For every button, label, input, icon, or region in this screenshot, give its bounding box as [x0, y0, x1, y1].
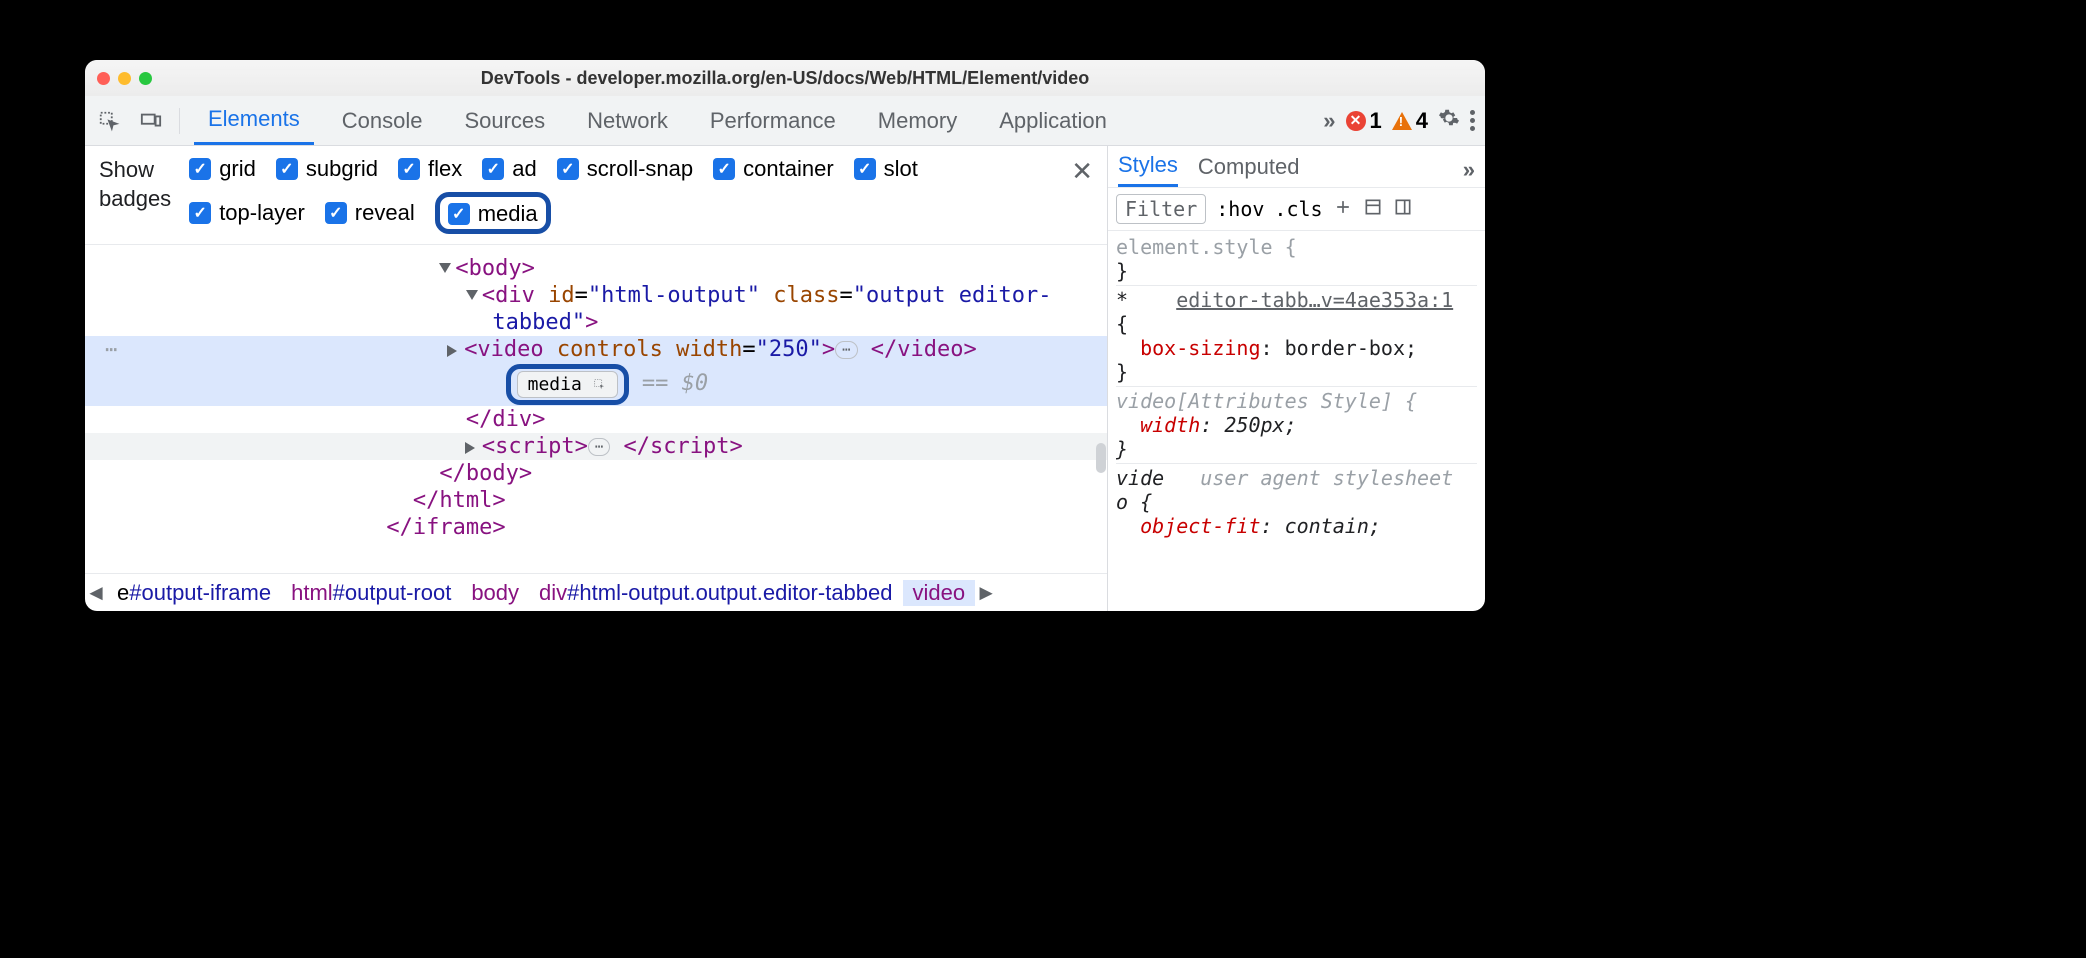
- warning-count[interactable]: 4: [1392, 108, 1428, 134]
- badge-media-highlighted[interactable]: media: [435, 192, 551, 234]
- cls-toggle[interactable]: .cls: [1274, 197, 1322, 221]
- badge-top-layer[interactable]: top-layer: [189, 200, 305, 226]
- dom-video-line[interactable]: ⋯ <video controls width="250">⋯ </video>: [85, 336, 1107, 363]
- crumb-body[interactable]: body: [461, 580, 529, 606]
- tab-memory[interactable]: Memory: [864, 96, 971, 145]
- crumb-iframe[interactable]: e#output-iframe: [107, 580, 281, 606]
- tab-network[interactable]: Network: [573, 96, 682, 145]
- filter-input[interactable]: Filter: [1116, 194, 1206, 224]
- toolbar-right: » ✕ 1 4: [1323, 107, 1475, 135]
- warning-icon: [1392, 112, 1412, 130]
- dom-html-close[interactable]: </html>: [413, 488, 506, 513]
- tab-elements[interactable]: Elements: [194, 96, 314, 145]
- new-style-icon[interactable]: [1333, 197, 1353, 222]
- dom-tree[interactable]: <body> <div id="html-output" class="outp…: [85, 245, 1107, 573]
- badge-slot[interactable]: slot: [854, 156, 918, 182]
- more-tabs-icon[interactable]: »: [1323, 108, 1335, 134]
- tab-application[interactable]: Application: [985, 96, 1121, 145]
- main-toolbar: Elements Console Sources Network Perform…: [85, 96, 1485, 146]
- kebab-menu-icon[interactable]: [1470, 110, 1475, 131]
- breadcrumb-left-icon[interactable]: ◄: [85, 580, 107, 606]
- badge-subgrid[interactable]: subgrid: [276, 156, 378, 182]
- dom-scrollbar[interactable]: [1096, 443, 1106, 473]
- error-count[interactable]: ✕ 1: [1346, 108, 1382, 134]
- dom-body-open[interactable]: <body>: [455, 256, 534, 281]
- more-styles-tabs-icon[interactable]: »: [1463, 157, 1475, 183]
- badge-options: grid subgrid flex ad scroll-snap contain…: [189, 156, 1053, 234]
- toggle-sidebar-icon[interactable]: [1393, 197, 1413, 222]
- inspect-icon[interactable]: [95, 110, 123, 132]
- styles-tabs: Styles Computed »: [1108, 146, 1485, 188]
- error-icon: ✕: [1346, 111, 1366, 131]
- error-number: 1: [1370, 108, 1382, 134]
- hov-toggle[interactable]: :hov: [1216, 197, 1264, 221]
- badges-label: Showbadges: [99, 156, 171, 213]
- badge-flex[interactable]: flex: [398, 156, 462, 182]
- settings-icon[interactable]: [1438, 107, 1460, 135]
- dom-div-open[interactable]: <div: [482, 283, 535, 308]
- style-source-link[interactable]: editor-tabb…v=4ae353a:1: [1176, 288, 1453, 312]
- dom-iframe-close[interactable]: </iframe>: [386, 515, 505, 540]
- badge-ad[interactable]: ad: [482, 156, 536, 182]
- badge-reveal[interactable]: reveal: [325, 200, 415, 226]
- separator: [179, 108, 180, 134]
- breadcrumb: ◄ e#output-iframe html#output-root body …: [85, 573, 1107, 611]
- styles-panel: Styles Computed » Filter :hov .cls eleme…: [1107, 146, 1485, 611]
- styles-rules[interactable]: element.style { } * editor-tabb…v=4ae353…: [1108, 231, 1485, 611]
- window-title: DevTools - developer.mozilla.org/en-US/d…: [85, 68, 1485, 89]
- badge-container[interactable]: container: [713, 156, 834, 182]
- device-toolbar-icon[interactable]: [137, 110, 165, 132]
- warning-number: 4: [1416, 108, 1428, 134]
- crumb-video[interactable]: video: [903, 580, 976, 606]
- breadcrumb-right-icon[interactable]: ►: [975, 580, 997, 606]
- tab-console[interactable]: Console: [328, 96, 437, 145]
- tab-performance[interactable]: Performance: [696, 96, 850, 145]
- content-area: Showbadges grid subgrid flex ad scroll-s…: [85, 146, 1485, 611]
- tab-computed[interactable]: Computed: [1198, 154, 1300, 186]
- crumb-html[interactable]: html#output-root: [281, 580, 461, 606]
- tab-sources[interactable]: Sources: [450, 96, 559, 145]
- titlebar: DevTools - developer.mozilla.org/en-US/d…: [85, 60, 1485, 96]
- badges-bar: Showbadges grid subgrid flex ad scroll-s…: [85, 146, 1107, 245]
- dom-div-close[interactable]: </div>: [466, 407, 545, 432]
- close-badges-icon[interactable]: ✕: [1071, 156, 1093, 187]
- devtools-window: DevTools - developer.mozilla.org/en-US/d…: [85, 60, 1485, 611]
- tab-styles[interactable]: Styles: [1118, 152, 1178, 187]
- computed-styles-icon[interactable]: [1363, 197, 1383, 222]
- media-badge-highlight[interactable]: media: [506, 364, 629, 405]
- badge-scroll-snap[interactable]: scroll-snap: [557, 156, 693, 182]
- dom-script-line[interactable]: <script>⋯ </script>: [85, 433, 1107, 460]
- filter-row: Filter :hov .cls: [1108, 188, 1485, 231]
- badge-grid[interactable]: grid: [189, 156, 256, 182]
- dom-body-close[interactable]: </body>: [439, 461, 532, 486]
- elements-panel: Showbadges grid subgrid flex ad scroll-s…: [85, 146, 1107, 611]
- crumb-div[interactable]: div#html-output.output.editor-tabbed: [529, 580, 902, 606]
